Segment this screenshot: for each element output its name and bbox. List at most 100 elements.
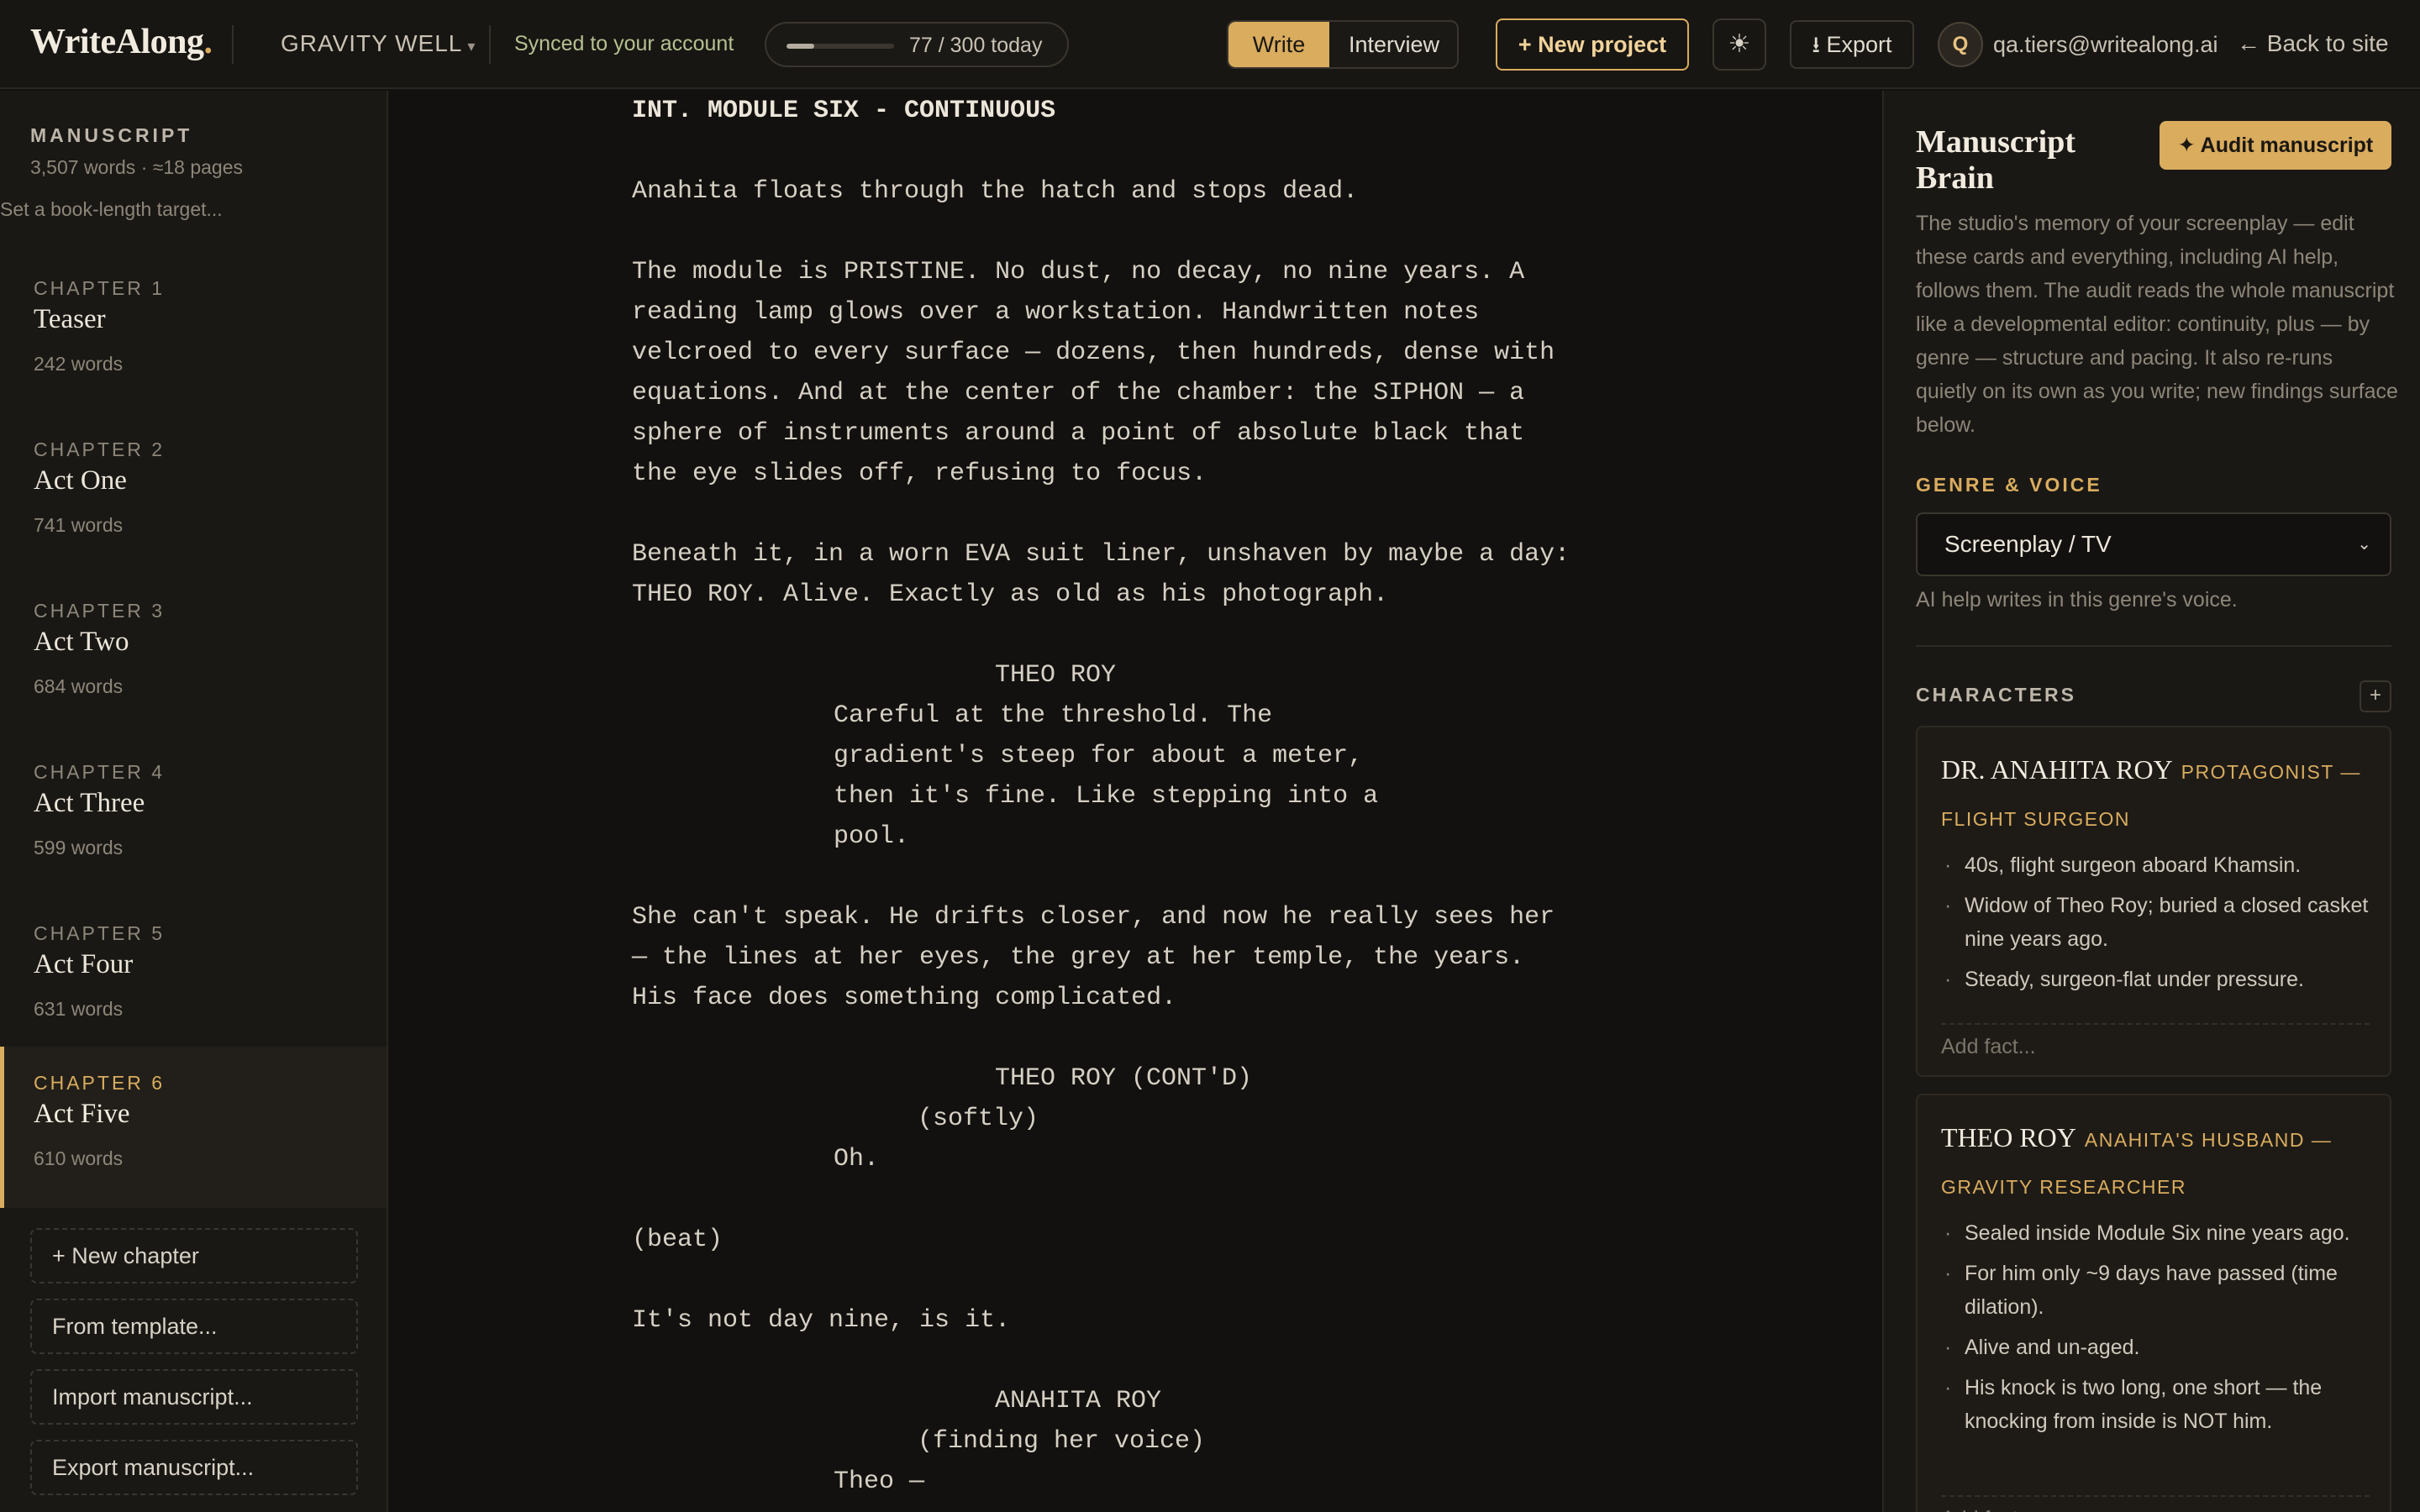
top-bar: WriteAlong. GRAVITY WELL ▾ Synced to your… [0,0,2420,89]
chapter-word-count: 610 words [34,1147,124,1169]
dialogue-line: Oh. [834,1145,880,1173]
character-fact[interactable]: Alive and un-aged. [1941,1331,2378,1364]
character-cue: THEO ROY [995,661,1117,690]
back-to-site-link[interactable]: ← Back to site [2237,30,2389,57]
action-line: — the lines at her eyes, the grey at her… [632,943,1525,972]
divider [232,25,234,64]
app-logo[interactable]: WriteAlong. [30,22,213,62]
progress-bar [786,44,894,49]
chapter-word-count: 684 words [34,675,124,697]
character-header: DR. ANAHITA ROY PROTAGONIST — FLIGHT SURG… [1941,748,2378,844]
character-cue: ANAHITA ROY [995,1387,1162,1415]
character-fact[interactable]: Steady, surgeon-flat under pressure. [1941,963,2378,996]
add-character-button[interactable]: + [2360,680,2391,712]
chapter-item[interactable]: CHAPTER 4 Act Three 599 words [0,736,387,897]
divider [1916,645,2391,647]
chapter-number: CHAPTER 4 [34,761,166,783]
export-button[interactable]: ⭳ Export [1790,20,1914,69]
genre-value: Screenplay / TV [1944,531,2112,557]
theme-toggle-button[interactable]: ☀ [1712,18,1766,71]
action-line: Anahita floats through the hatch and sto… [632,177,1359,206]
chapter-title: Act Three [34,788,145,818]
character-fact[interactable]: 40s, flight surgeon aboard Khamsin. [1941,848,2378,882]
write-mode-button[interactable]: Write [1228,22,1329,67]
chapter-item[interactable]: CHAPTER 2 Act One 741 words [0,413,387,575]
parenthetical: (softly) [918,1105,1039,1133]
sync-status: Synced to your account [514,32,734,55]
account-email: qa.tiers@writealong.ai [1993,32,2218,57]
character-card[interactable]: THEO ROY ANAHITA'S HUSBAND — GRAVITY RESE… [1916,1094,2391,1512]
panel-description: The studio's memory of your screenplay —… [1916,212,2398,437]
manuscript-sidebar: MANUSCRIPT 3,507 words · ≈18 pages Set a… [0,91,388,1512]
genre-select[interactable]: Screenplay / TV ⌄ [1916,512,2391,576]
new-project-button[interactable]: + New project [1496,18,1689,71]
chapter-number: CHAPTER 6 [34,1072,166,1094]
chapter-title: Act Two [34,627,129,657]
chapter-item[interactable]: CHAPTER 5 Act Four 631 words [0,897,387,1058]
action-line: (beat) [632,1226,723,1254]
chapter-word-count: 631 words [34,998,124,1020]
chapter-number: CHAPTER 3 [34,600,166,622]
sun-icon: ☀ [1728,30,1751,58]
character-header: THEO ROY ANAHITA'S HUSBAND — GRAVITY RESE… [1941,1116,2378,1212]
characters-section-label: CHARACTERS [1916,684,2076,706]
character-card[interactable]: DR. ANAHITA ROY PROTAGONIST — FLIGHT SURG… [1916,726,2391,1077]
book-target-input[interactable]: Set a book-length target... [0,198,223,221]
sidebar-title: MANUSCRIPT [30,124,193,146]
genre-hint: AI help writes in this genre's voice. [1916,588,2238,612]
genre-section-label: GENRE & VOICE [1916,474,2102,496]
manuscript-stats: 3,507 words · ≈18 pages [30,156,243,178]
character-fact[interactable]: Sealed inside Module Six nine years ago. [1941,1216,2378,1250]
chapter-title: Act Five [34,1099,130,1129]
character-facts: 40s, flight surgeon aboard Khamsin. Wido… [1941,848,2378,1003]
export-manuscript-button[interactable]: Export manuscript... [30,1440,358,1495]
dialogue-line: Careful at the threshold. The [834,701,1273,730]
character-name: DR. ANAHITA ROY [1941,754,2173,785]
add-fact-input[interactable]: Add fact... [1941,1495,2370,1512]
action-line: equations. And at the center of the cham… [632,379,1525,407]
character-fact[interactable]: For him only ~9 days have passed (time d… [1941,1257,2378,1324]
chapter-item[interactable]: CHAPTER 3 Act Two 684 words [0,575,387,736]
action-line: Beneath it, in a worn EVA suit liner, un… [632,540,1570,569]
chapter-word-count: 242 words [34,353,124,375]
daily-progress: 77 / 300 today [765,22,1069,67]
chevron-down-icon: ⌄ [2357,535,2371,554]
action-line: She can't speak. He drifts closer, and n… [632,903,1555,932]
manuscript-brain-panel: Manuscript Brain ✦ Audit manuscript The … [1882,91,2420,1512]
mode-toggle: Write Interview [1227,20,1459,69]
chevron-down-icon: ▾ [467,38,476,55]
from-template-button[interactable]: From template... [30,1299,358,1354]
chapter-item[interactable]: CHAPTER 1 Teaser 242 words [0,252,387,413]
character-facts: Sealed inside Module Six nine years ago.… [1941,1216,2378,1445]
dialogue-line: gradient's steep for about a meter, [834,742,1364,770]
chapter-title: Act Four [34,949,134,979]
progress-label: 77 / 300 today [909,34,1043,57]
character-fact[interactable]: His knock is two long, one short — the k… [1941,1371,2378,1438]
screenplay-editor[interactable]: INT. MODULE SIX - CONTINUOUS Anahita flo… [390,91,1882,1512]
panel-title: Manuscript Brain [1916,124,2075,196]
action-line: reading lamp glows over a workstation. H… [632,298,1480,327]
progress-bar-fill [786,44,814,49]
character-fact[interactable]: Widow of Theo Roy; buried a closed caske… [1941,889,2378,956]
chapter-word-count: 599 words [34,837,124,858]
new-chapter-button[interactable]: + New chapter [30,1228,358,1284]
import-manuscript-button[interactable]: Import manuscript... [30,1369,358,1425]
chapter-item-active[interactable]: CHAPTER 6 Act Five 610 words [0,1047,387,1208]
chapter-word-count: 741 words [34,514,124,536]
action-line: His face does something complicated. [632,984,1177,1012]
action-line: sphere of instruments around a point of … [632,419,1525,448]
character-name: THEO ROY [1941,1122,2076,1152]
project-selector[interactable]: GRAVITY WELL ▾ [281,30,476,57]
action-line: THEO ROY. Alive. Exactly as old as his p… [632,580,1389,609]
dialogue-line: Theo — [834,1467,925,1496]
add-fact-input[interactable]: Add fact... [1941,1023,2370,1059]
audit-manuscript-button[interactable]: ✦ Audit manuscript [2160,121,2391,170]
action-line: The module is PRISTINE. No dust, no deca… [632,258,1525,286]
dialogue-line: then it's fine. Like stepping into a [834,782,1379,811]
dialogue-line: pool. [834,822,910,851]
project-name: GRAVITY WELL [281,30,463,56]
interview-mode-button[interactable]: Interview [1329,22,1457,67]
chapter-number: CHAPTER 5 [34,922,166,944]
avatar[interactable]: Q [1938,22,1983,67]
action-line: the eye slides off, refusing to focus. [632,459,1207,488]
